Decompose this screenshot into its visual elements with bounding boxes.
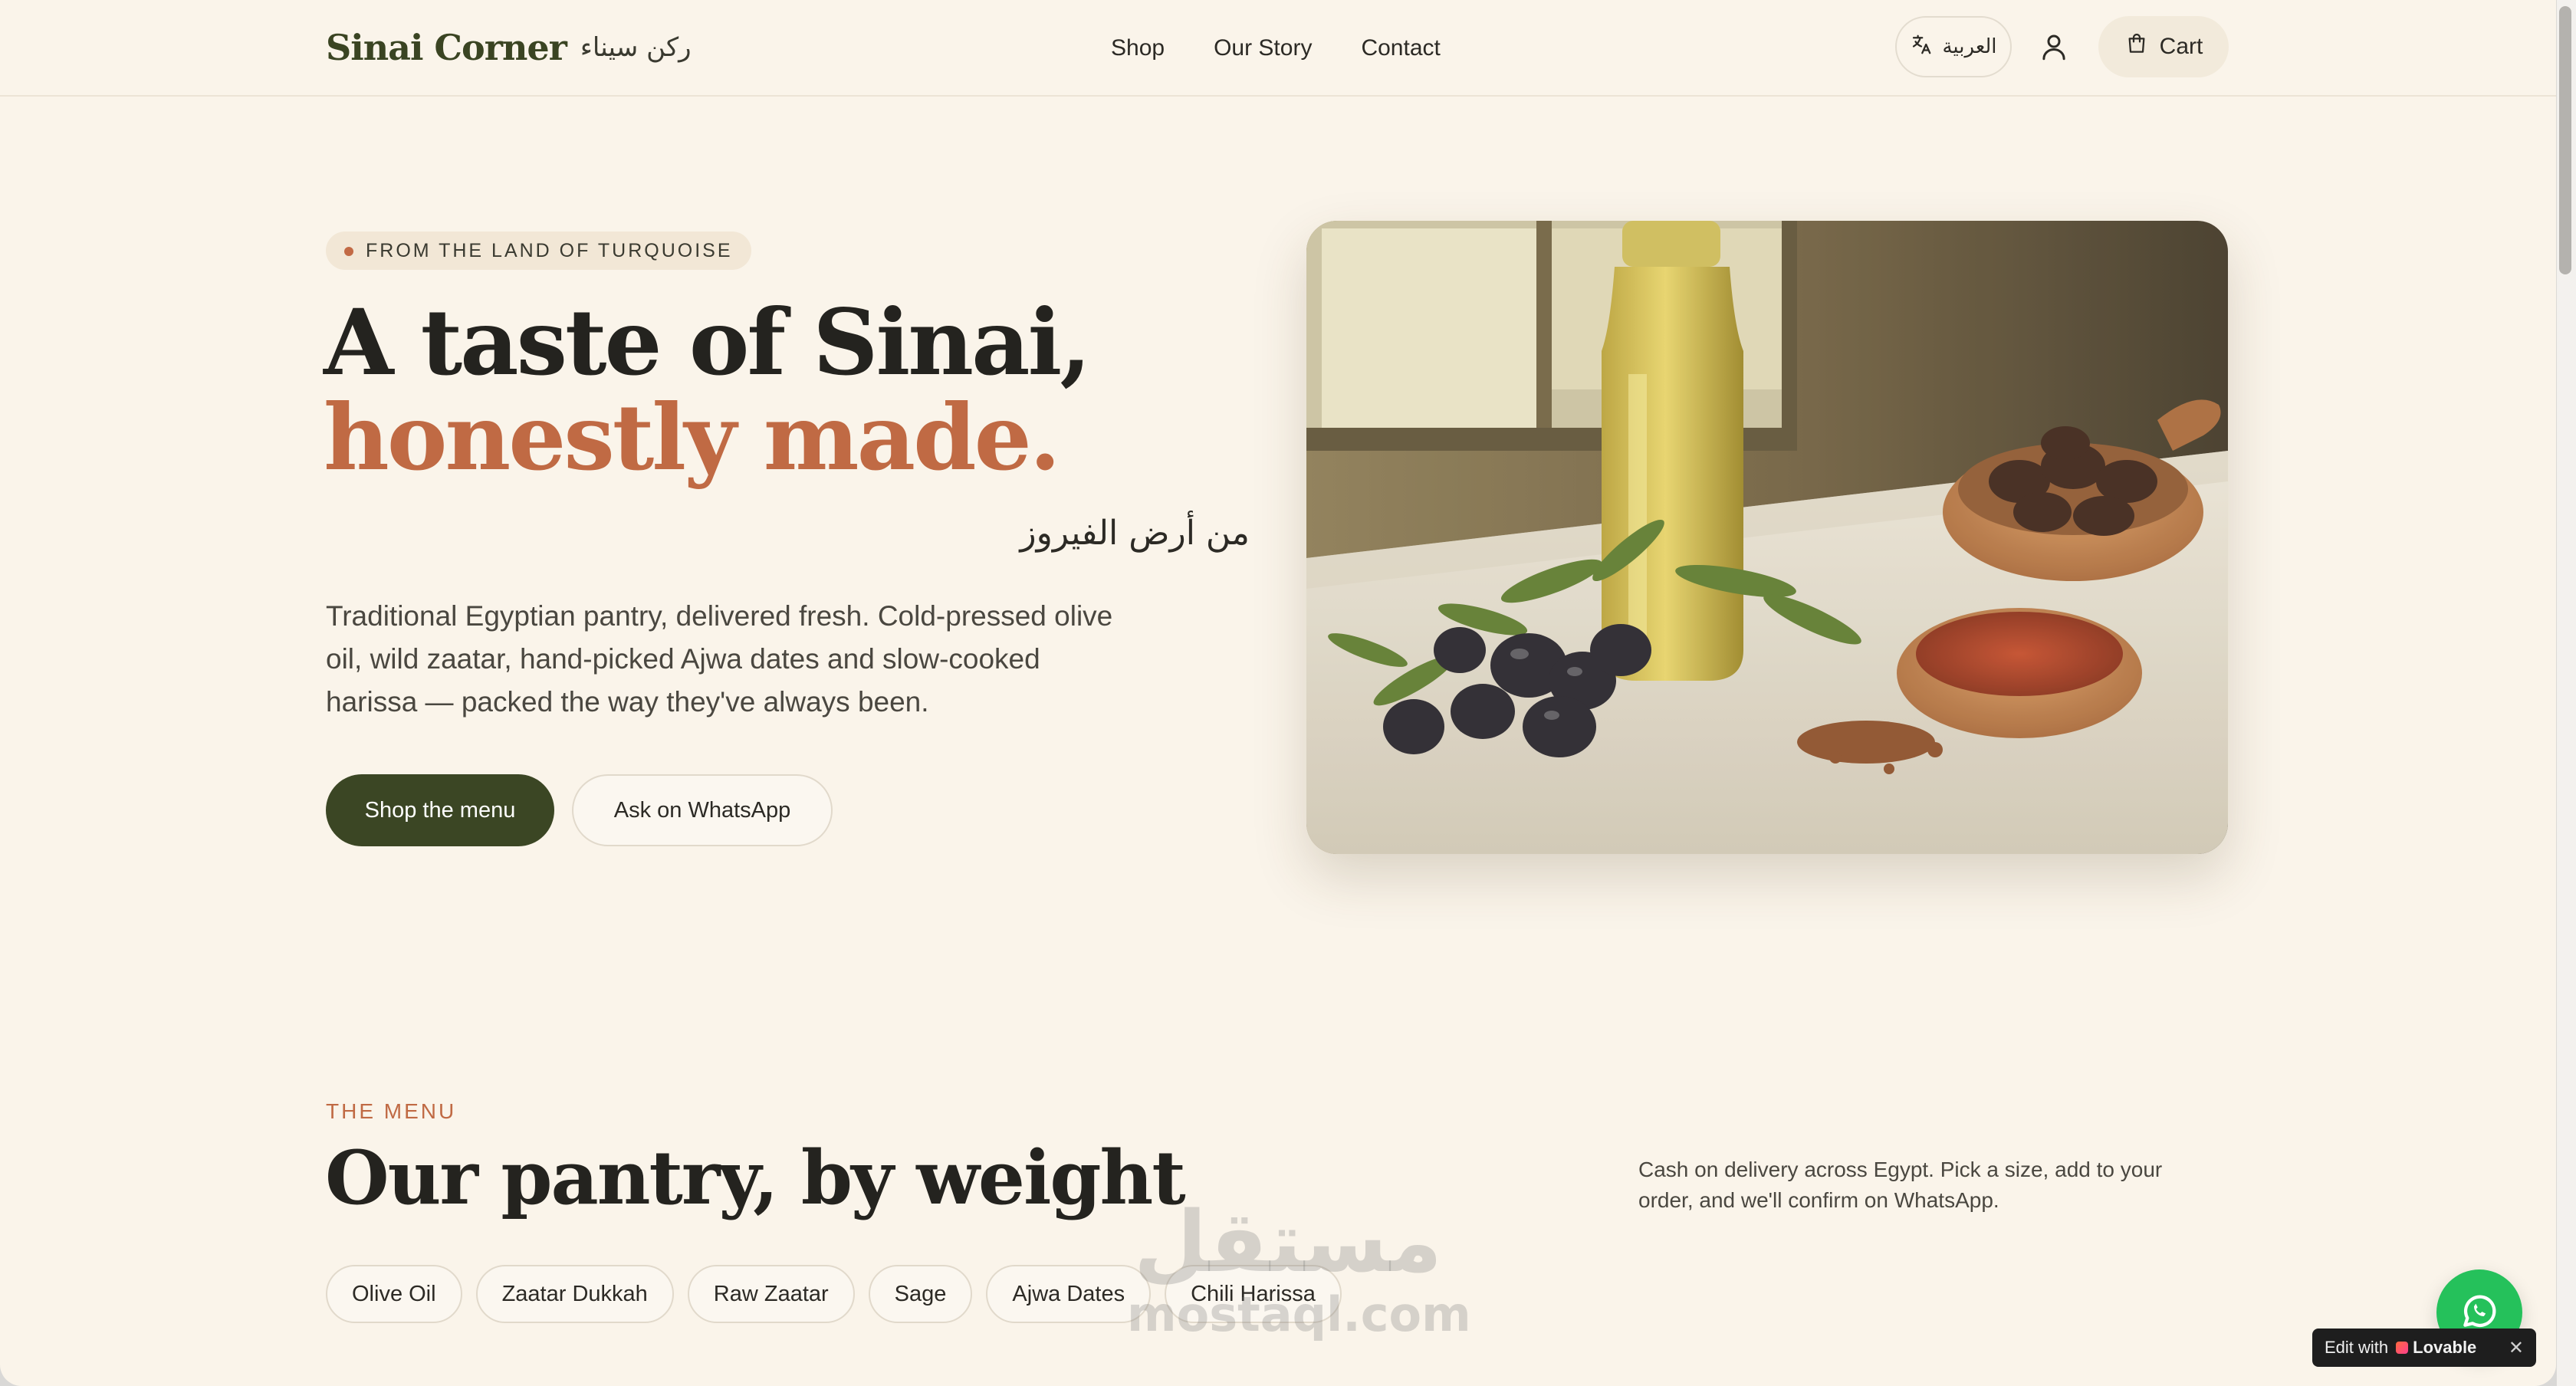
shopping-bag-icon	[2124, 31, 2149, 62]
badge-dot	[344, 247, 353, 256]
user-icon[interactable]	[2038, 31, 2070, 63]
hero-eyebrow-text: FROM THE LAND OF TURQUOISE	[366, 239, 733, 261]
hero-product-image	[1306, 221, 2228, 854]
main-nav: Shop Our Story Contact	[1111, 31, 1441, 66]
category-filter-chips: Olive Oil Zaatar Dukkah Raw Zaatar Sage …	[326, 1265, 1342, 1323]
hero-eyebrow-badge: FROM THE LAND OF TURQUOISE	[326, 232, 751, 270]
nav-link-our-story[interactable]: Our Story	[1214, 35, 1312, 61]
menu-eyebrow: THE MENU	[326, 1099, 457, 1123]
brand-logo[interactable]: Sinai Corner ركن سيناء	[326, 23, 692, 72]
cart-button[interactable]: Cart	[2098, 16, 2229, 77]
menu-title: Our pantry, by weight	[325, 1135, 1186, 1221]
chip-sage[interactable]: Sage	[868, 1265, 973, 1323]
shop-menu-button[interactable]: Shop the menu	[326, 774, 554, 846]
chip-raw-zaatar[interactable]: Raw Zaatar	[687, 1265, 855, 1323]
ask-whatsapp-button[interactable]: Ask on WhatsApp	[572, 774, 833, 846]
brand-arabic-name: ركن سيناء	[580, 32, 692, 63]
chip-ajwa-dates[interactable]: Ajwa Dates	[986, 1265, 1152, 1323]
translate-icon	[1910, 33, 1933, 61]
edit-with-lovable-badge[interactable]: Edit with Lovable ✕	[2312, 1329, 2536, 1367]
scrollbar-thumb[interactable]	[2559, 6, 2571, 274]
nav-link-shop[interactable]: Shop	[1111, 35, 1165, 61]
chip-chili-harissa[interactable]: Chili Harissa	[1165, 1265, 1342, 1323]
hero-headline-line1: A taste of Sinai,	[324, 289, 1091, 396]
browser-viewport: Sinai Corner ركن سيناء Shop Our Story Co…	[0, 0, 2556, 1386]
lovable-logo-icon	[2396, 1342, 2409, 1354]
hero-headline-line2: honestly made.	[324, 384, 1061, 491]
lovable-brand-name: Lovable	[2413, 1338, 2477, 1357]
chip-olive-oil[interactable]: Olive Oil	[326, 1265, 462, 1323]
language-toggle-button[interactable]: العربية	[1895, 16, 2012, 77]
hero-headline: A taste of Sinai, honestly made.	[324, 289, 1091, 491]
brand-name: Sinai Corner	[326, 27, 567, 68]
menu-note: Cash on delivery across Egypt. Pick a si…	[1638, 1158, 2163, 1212]
language-label: العربية	[1942, 35, 1997, 58]
cart-label: Cart	[2159, 34, 2203, 59]
site-header: Sinai Corner ركن سيناء Shop Our Story Co…	[0, 0, 2556, 97]
lovable-brand: Lovable	[2396, 1338, 2476, 1358]
close-icon[interactable]: ✕	[2509, 1337, 2524, 1359]
nav-link-contact[interactable]: Contact	[1361, 35, 1440, 61]
hero-description: Traditional Egyptian pantry, delivered f…	[326, 600, 1113, 718]
badge-edit-label: Edit with	[2325, 1338, 2389, 1357]
chip-zaatar-dukkah[interactable]: Zaatar Dukkah	[475, 1265, 674, 1323]
hero-arabic-tagline: من أرض الفيروز	[1020, 514, 1250, 553]
